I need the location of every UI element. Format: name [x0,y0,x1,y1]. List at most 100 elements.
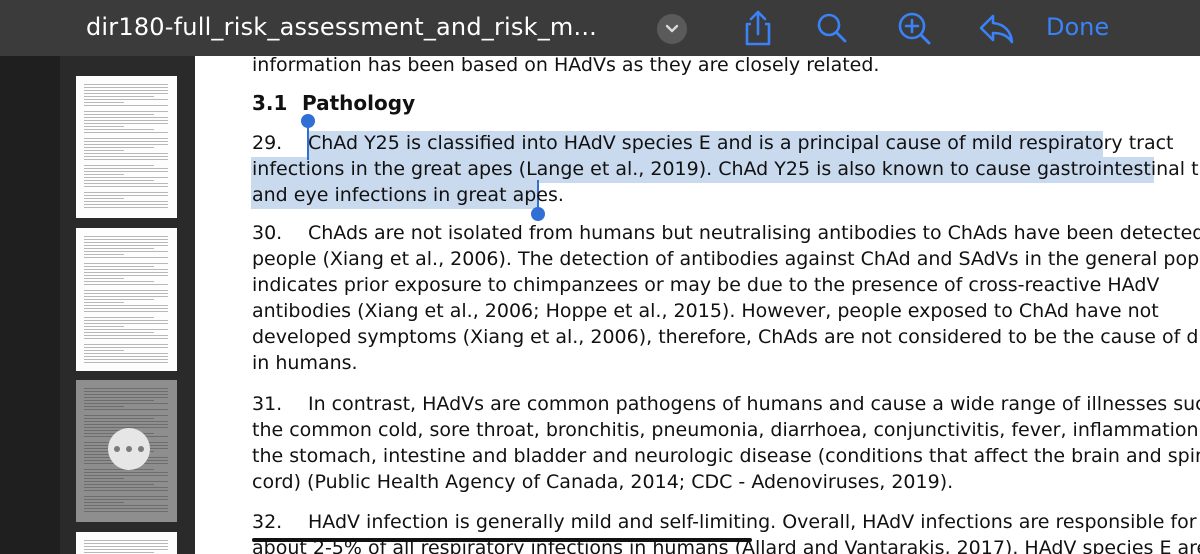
page-thumbnail-sidebar [0,56,195,554]
paragraph-line: 30. ChAds are not isolated from humans bu… [252,222,1200,244]
thumbnail-text-line [84,353,168,355]
search-icon[interactable] [812,8,852,48]
thumbnail-text-line [84,502,124,504]
paragraph-number: 30. [252,222,283,244]
thumbnail-text-line [84,90,168,92]
thumbnail-text-line [84,403,168,405]
thumbnail-text-line [84,180,154,182]
thumbnail-text-line [84,123,168,125]
paragraph-text: In contrast, HAdVs are common pathogens … [308,393,1200,415]
thumbnail-text-line [84,293,168,295]
markup-icon[interactable] [894,8,934,48]
selection-end-knob[interactable] [531,207,545,221]
document-title[interactable]: dir180-full_risk_assessment_and_risk_m..… [86,13,597,41]
thumbnail-text-line [84,317,154,319]
thumbnail-text-line [84,332,154,334]
paragraph-line: 32. HAdV infection is generally mild and … [252,511,1197,533]
thumbnail-text-line [84,254,124,256]
thumbnail-text-line [84,114,154,116]
thumbnail-text-line [84,418,154,420]
paragraph-line: and eye infections in great apes. [252,184,564,206]
paragraph-line: infections in the great apes (Lange et a… [252,158,1200,180]
thumbnail-text-line [84,394,168,396]
thumbnail-text-line [84,281,154,283]
thumbnail-text-line [84,496,168,498]
thumbnail-text-line [84,475,168,477]
paragraph-line: developed symptoms (Xiang et al., 2006),… [252,326,1200,348]
reply-icon[interactable] [976,8,1016,48]
thumbnail-text-line [84,484,154,486]
thumbnail-text-line [84,153,168,155]
thumbnail-text-line [84,546,168,548]
thumbnail-text-line [84,204,168,206]
thumbnail-text-line [84,141,168,143]
chevron-down-icon[interactable] [657,14,687,44]
thumbnail-text-line [84,93,168,95]
thumbnail-text-line [84,499,168,501]
thumbnail-text-line [84,415,168,417]
thumbnail-text-line [84,490,168,492]
thumbnail-text-line [84,195,168,197]
thumbnail-text-line [84,138,168,140]
thumbnail-text-line [84,311,168,313]
document-page: information has been based on HAdVs as t… [195,56,1200,554]
thumbnail-text-line [84,487,168,489]
paragraph-number: 31. [252,393,283,415]
thumbnail-text-line [84,347,168,349]
thumbnail-text-line [84,192,168,194]
thumbnail-text-line [84,326,124,328]
thumbnail-text-line [84,165,154,167]
paragraph-line: 31. In contrast, HAdVs are common pathoge… [252,393,1200,415]
share-icon[interactable] [738,8,778,48]
page-thumbnail[interactable] [76,228,177,371]
paragraph-text: HAdV infection is generally mild and sel… [308,511,1197,533]
thumbnail-text-line [84,540,168,542]
thumbnail-text-line [84,171,168,173]
paragraph-text: ChAd Y25 is classified into HAdV species… [308,132,1174,154]
thumbnail-text-line [84,245,168,247]
thumbnail-text-line [84,296,168,298]
paragraph-line: people (Xiang et al., 2006). The detecti… [252,248,1200,270]
thumbnail-text-line [84,409,168,411]
paragraph-text: ChAds are not isolated from humans but n… [308,222,1200,244]
done-button[interactable]: Done [1046,13,1109,41]
thumbnail-text-line [84,144,168,146]
selection-start-knob[interactable] [301,114,315,128]
thumbnail-text-line [84,481,168,483]
thumbnail-text-line [84,388,168,390]
thumbnail-text-line [84,552,154,554]
thumbnail-text-line [84,84,168,86]
thumbnail-text-line [84,239,168,241]
thumbnail-text-line [84,299,154,301]
thumbnail-text-line [84,305,168,307]
paragraph-line: antibodies (Xiang et al., 2006; Hoppe et… [252,300,1159,322]
thumbnail-text-line [84,269,168,271]
thumbnail-text-line [84,272,168,274]
thumbnail-text-line [84,335,168,337]
thumbnail-text-line [84,174,124,176]
toolbar: dir180-full_risk_assessment_and_risk_m..… [0,0,1200,56]
thumbnail-text-line [84,350,124,352]
thumbnail-text-line [84,302,124,304]
thumbnail-text-line [84,478,124,480]
thumbnail-text-line [84,198,124,200]
ellipsis-icon[interactable] [108,428,150,470]
thumbnail-text-line [84,359,168,361]
thumbnail-text-line [84,284,168,286]
page-thumbnail[interactable] [76,76,177,218]
page-thumbnail[interactable] [76,532,177,554]
thumbnail-text-line [84,424,168,426]
thumbnail-text-line [84,201,168,203]
section-heading: 3.1 Pathology [252,91,415,115]
thumbnail-text-line [84,511,168,513]
paragraph-number: 32. [252,511,283,533]
thumbnail-text-line [84,87,168,89]
thumbnail-text-line [84,543,168,545]
thumbnail-text-line [84,308,168,310]
thumbnail-text-line [84,356,168,358]
paragraph-line: the stomach, intestine and bladder and n… [252,445,1200,467]
paragraph-line: 29. ChAd Y25 is classified into HAdV spec… [252,132,1174,154]
thumbnail-text-line [84,242,168,244]
thumbnail-text-line [84,549,168,551]
thumbnail-text-line [84,120,168,122]
